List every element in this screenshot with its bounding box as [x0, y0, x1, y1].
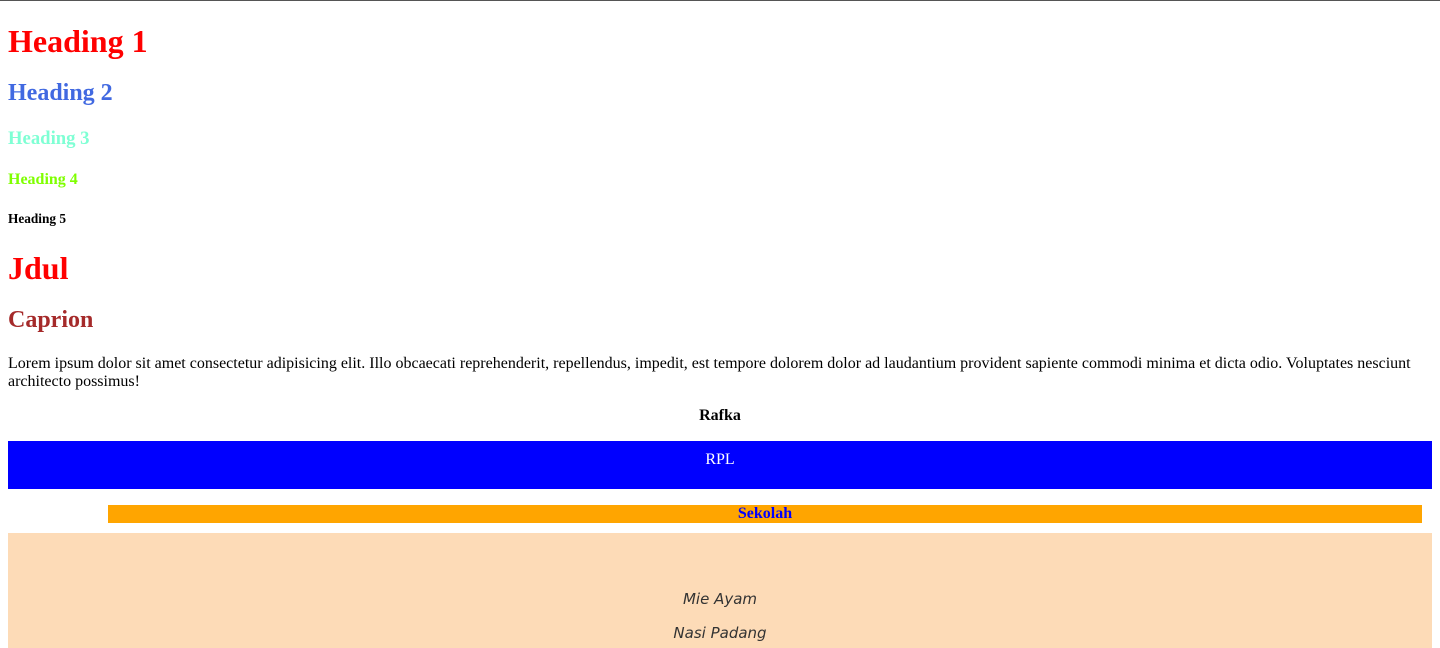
- major-box: RPL: [8, 441, 1432, 489]
- heading-4: Heading 4: [8, 171, 78, 188]
- heading-5: Heading 5: [8, 211, 66, 226]
- top-border-line: [0, 0, 1440, 1]
- food-list-box: Mie Ayam Nasi Padang: [8, 533, 1432, 648]
- page-caption: Caprion: [8, 307, 94, 333]
- food-item-nasi-padang: Nasi Padang: [673, 624, 767, 642]
- heading-2: Heading 2: [8, 80, 113, 106]
- food-item-mie-ayam: Mie Ayam: [682, 590, 758, 608]
- name-label: Rafka: [699, 407, 741, 424]
- school-bar: Sekolah: [108, 505, 1422, 523]
- lorem-paragraph: Lorem ipsum dolor sit amet consectetur a…: [8, 355, 1411, 390]
- heading-1: Heading 1: [8, 23, 148, 59]
- heading-3: Heading 3: [8, 128, 90, 149]
- page-title: Jdul: [8, 250, 69, 286]
- major-label: RPL: [705, 451, 735, 468]
